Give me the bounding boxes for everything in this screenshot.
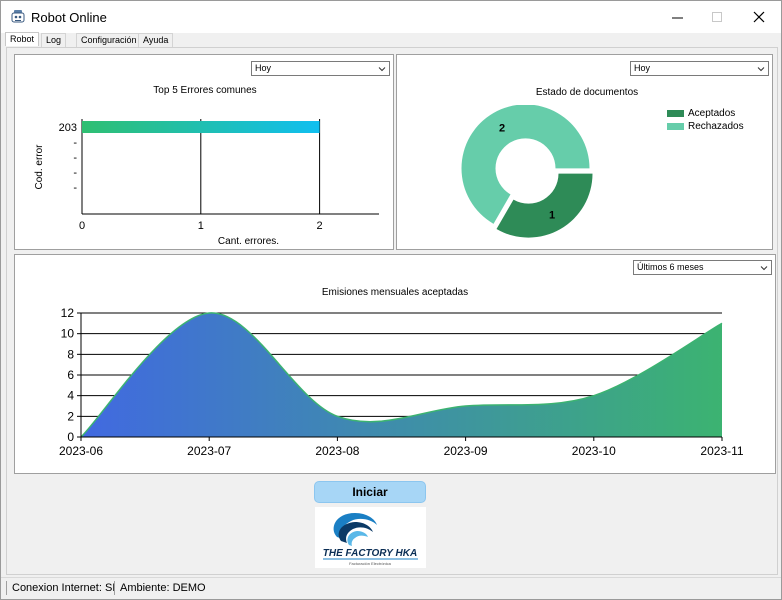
legend-item-aceptados: Aceptados — [667, 107, 744, 119]
x-tick-label: 1 — [198, 220, 204, 232]
y-tick-label: 0 — [67, 430, 74, 444]
y-tick-label: - — [73, 137, 77, 149]
documents-range-value: Hoy — [634, 63, 651, 73]
tab-configuracion[interactable]: Configuración — [76, 33, 142, 47]
tab-strip: Robot Log Configuración Ayuda — [1, 32, 781, 47]
y-tick-label: 6 — [67, 368, 74, 382]
y-tick-label: 2 — [67, 409, 74, 423]
x-tick-label: 2 — [317, 220, 323, 232]
y-tick-label: 10 — [61, 327, 75, 341]
start-button[interactable]: Iniciar — [314, 481, 426, 503]
tab-log[interactable]: Log — [41, 33, 67, 47]
main-window: Robot Online Robot Log Configuración Ayu… — [0, 0, 782, 600]
tab-robot[interactable]: Robot — [5, 32, 40, 46]
y-tick-label: - — [73, 167, 77, 179]
bar — [82, 121, 320, 133]
y-tick-label: - — [73, 152, 77, 164]
slice-value-label: 1 — [549, 209, 555, 221]
x-axis-label: Cant. errores. — [218, 236, 279, 247]
chevron-down-icon — [378, 67, 386, 72]
y-tick-label: 8 — [67, 347, 74, 361]
legend-swatch-aceptados — [667, 109, 684, 117]
x-tick-label: 2023-10 — [572, 444, 616, 458]
robot-app-icon — [11, 10, 25, 23]
status-environment: Ambiente: DEMO — [120, 582, 206, 594]
x-tick-label: 2023-09 — [444, 444, 488, 458]
tab-ayuda[interactable]: Ayuda — [138, 33, 174, 47]
window-title: Robot Online — [31, 10, 107, 25]
logo-text: THE FACTORY HKA — [323, 548, 417, 559]
x-tick-label: 0 — [79, 220, 85, 232]
legend-swatch-rechazados — [667, 122, 684, 130]
documents-donut-chart: 12 — [461, 105, 593, 238]
minimize-icon — [671, 17, 683, 18]
title-bar: Robot Online — [1, 1, 781, 33]
y-tick-label: 4 — [67, 389, 74, 403]
documents-panel: Hoy Estado de documentos 12 Aceptados Re… — [396, 54, 773, 250]
monthly-range-select[interactable]: Últimos 6 meses — [633, 260, 772, 275]
status-separator — [6, 581, 7, 595]
chevron-down-icon — [757, 67, 765, 72]
x-tick-label: 2023-08 — [315, 444, 359, 458]
donut-slice — [496, 173, 593, 238]
y-axis-label: Cod. error — [34, 144, 45, 190]
errors-chart-title: Top 5 Errores comunes — [153, 85, 257, 96]
monthly-chart-title: Emisiones mensuales aceptadas — [321, 287, 469, 298]
y-tick-label: 203 — [59, 122, 77, 134]
x-tick-label: 2023-07 — [187, 444, 231, 458]
legend-label-aceptados: Aceptados — [688, 107, 736, 119]
monthly-panel: Últimos 6 meses Emisiones mensuales acep… — [14, 254, 776, 474]
y-tick-label: - — [73, 182, 77, 194]
logo-subtext: Facturación Electrónica — [349, 561, 392, 566]
minimize-button[interactable] — [655, 1, 699, 33]
status-bar: Conexion Internet: SI Ambiente: DEMO — [1, 577, 781, 599]
maximize-icon — [711, 11, 722, 22]
documents-range-select[interactable]: Hoy — [630, 61, 769, 76]
slice-value-label: 2 — [499, 123, 505, 135]
status-separator — [114, 581, 115, 595]
monthly-range-value: Últimos 6 meses — [637, 262, 704, 272]
x-tick-label: 2023-06 — [59, 444, 103, 458]
close-icon — [753, 11, 765, 23]
maximize-button[interactable] — [695, 1, 739, 33]
logo-graphic: THE FACTORY HKA Facturación Electrónica — [323, 513, 418, 566]
y-tick-label: 12 — [61, 306, 75, 320]
errors-chart: 203 - - - - 0 1 2 Cant. errores. Cod. error — [34, 119, 379, 247]
errors-range-value: Hoy — [255, 63, 272, 73]
the-factory-hka-logo: THE FACTORY HKA Facturación Electrónica — [315, 507, 426, 568]
chevron-down-icon — [760, 266, 768, 271]
legend-item-rechazados: Rechazados — [667, 120, 744, 132]
documents-chart-title: Estado de documentos — [535, 87, 639, 98]
errors-range-select[interactable]: Hoy — [251, 61, 390, 76]
legend-label-rechazados: Rechazados — [688, 120, 744, 132]
errors-panel: Hoy Top 5 Errores comunes 203 - - - - 0 1 2 Cant… — [14, 54, 394, 250]
close-button[interactable] — [737, 1, 781, 33]
monthly-area-chart: 0 2 4 6 8 10 12 2023-06 2023-07 2023-08 2023-09 202… — [59, 306, 744, 458]
status-internet: Conexion Internet: SI — [12, 582, 116, 594]
documents-legend: Aceptados Rechazados — [667, 107, 744, 133]
x-tick-label: 2023-11 — [700, 444, 743, 458]
